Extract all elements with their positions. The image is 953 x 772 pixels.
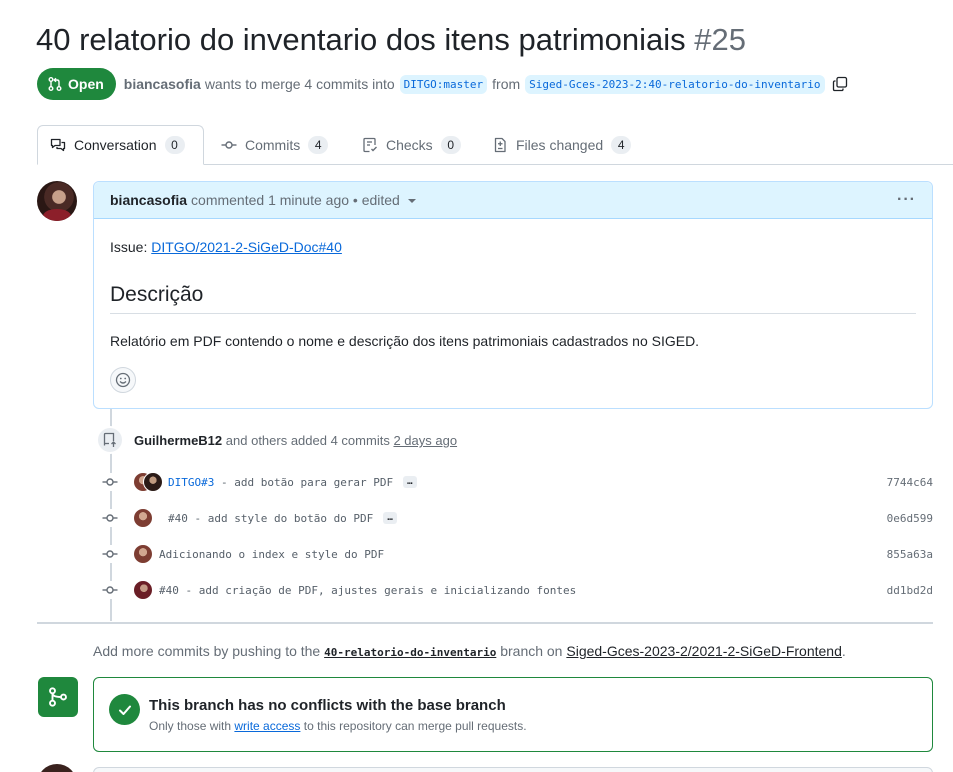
commit-avatars[interactable] — [133, 508, 163, 528]
pr-title: 40 relatorio do inventario dos itens pat… — [36, 22, 746, 58]
issue-label: Issue: — [110, 239, 148, 255]
edit-history-caret-icon[interactable] — [407, 199, 416, 203]
check-circle-icon — [109, 694, 140, 725]
commit-message[interactable]: #40 - add style do botão do PDF — [168, 512, 373, 525]
push-note-suffix: . — [841, 643, 846, 659]
comment-author-avatar[interactable] — [37, 181, 77, 221]
open-state-badge: Open — [37, 68, 116, 100]
pr-description-comment: biancasofia commented 1 minute ago • edi… — [93, 181, 933, 409]
tab-checks[interactable]: Checks 0 — [350, 125, 473, 165]
tab-label: Files changed — [516, 137, 604, 153]
copy-icon[interactable] — [832, 76, 848, 92]
from-text: from — [492, 76, 521, 92]
avatar — [133, 544, 153, 564]
commit-avatars[interactable] — [133, 580, 153, 600]
git-commit-icon — [101, 473, 119, 491]
commit-row: DITGO#3 - add botão para gerar PDF … 774… — [101, 472, 933, 492]
tab-counter: 0 — [440, 136, 461, 154]
comment-discussion-icon — [50, 138, 66, 152]
tab-commits[interactable]: Commits 4 — [209, 125, 340, 165]
push-note: Add more commits by pushing to the 40-re… — [93, 643, 846, 659]
issue-link[interactable]: DITGO/2021-2-SiGeD-Doc#40 — [151, 239, 342, 255]
merge-text: wants to merge 4 commits into — [204, 76, 395, 92]
avatar — [133, 580, 153, 600]
smiley-icon — [115, 372, 131, 388]
comment-meta: commented 1 minute ago • edited — [191, 192, 400, 208]
commit-issue-ref[interactable]: DITGO#3 — [168, 476, 214, 489]
commit-sha[interactable]: dd1bd2d — [887, 584, 933, 597]
push-note-middle: branch on — [500, 643, 563, 659]
commit-avatars[interactable] — [133, 544, 153, 564]
expand-commit-button[interactable]: … — [403, 476, 417, 488]
avatar — [133, 508, 153, 528]
commit-message[interactable]: Adicionando o index e style do PDF — [159, 548, 384, 561]
event-description: and others added 4 commits — [225, 433, 390, 448]
commit-avatars[interactable] — [133, 472, 163, 492]
merge-status-subtitle: Only those with write access to this rep… — [149, 719, 527, 733]
description-heading: Descrição — [110, 283, 916, 314]
tab-label: Conversation — [74, 137, 157, 153]
comment-body: Issue: DITGO/2021-2-SiGeD-Doc#40 Descriç… — [94, 219, 932, 409]
git-commit-icon — [221, 141, 237, 149]
avatar — [143, 472, 163, 492]
commit-message-text: - add botão para gerar PDF — [214, 475, 394, 489]
commit-row: #40 - add criação de PDF, ajustes gerais… — [101, 580, 933, 600]
commits-event-badge — [96, 426, 124, 454]
comment-header: biancasofia commented 1 minute ago • edi… — [94, 182, 932, 219]
commit-sha[interactable]: 7744c64 — [887, 476, 933, 489]
pr-tabs: Conversation 0 Commits 4 Checks 0 Files … — [37, 125, 953, 165]
commit-sha[interactable]: 855a63a — [887, 548, 933, 561]
pr-meta: Open biancasofia wants to merge 4 commit… — [37, 68, 848, 100]
pr-author-link[interactable]: biancasofia — [124, 76, 201, 92]
tab-label: Checks — [386, 137, 433, 153]
avatar — [37, 764, 77, 772]
timeline-separator — [37, 622, 933, 624]
git-commit-icon — [101, 581, 119, 599]
event-time-link[interactable]: 2 days ago — [393, 433, 457, 448]
issue-line: Issue: DITGO/2021-2-SiGeD-Doc#40 — [110, 239, 342, 255]
state-label: Open — [68, 76, 104, 92]
tab-label: Commits — [245, 137, 301, 153]
tab-counter: 4 — [611, 136, 632, 154]
git-merge-icon — [38, 677, 78, 717]
push-note-repo-link[interactable]: Siged-Gces-2023-2/2021-2-SiGeD-Frontend — [566, 643, 841, 659]
commit-message[interactable]: DITGO#3 - add botão para gerar PDF — [168, 476, 393, 489]
push-note-prefix: Add more commits by pushing to the — [93, 643, 321, 659]
description-text: Relatório em PDF contendo o nome e descr… — [110, 333, 700, 349]
comment-author-link[interactable]: biancasofia — [110, 192, 187, 208]
event-author-link[interactable]: GuilhermeB12 — [134, 433, 222, 448]
pr-title-text: 40 relatorio do inventario dos itens pat… — [36, 22, 686, 57]
merge-status-title: This branch has no conflicts with the ba… — [149, 697, 506, 714]
tab-counter: 4 — [308, 136, 329, 154]
add-reaction-button[interactable] — [110, 367, 136, 393]
file-diff-icon — [494, 137, 506, 153]
git-commit-icon — [101, 509, 119, 527]
kebab-menu-icon[interactable]: ··· — [897, 191, 916, 209]
commit-message[interactable]: #40 - add criação de PDF, ajustes gerais… — [159, 584, 576, 597]
merge-sub-prefix: Only those with — [149, 719, 232, 733]
commits-event-text: GuilhermeB12 and others added 4 commits … — [134, 433, 457, 448]
next-section-box — [93, 767, 933, 772]
pr-number: #25 — [694, 22, 746, 57]
tab-conversation[interactable]: Conversation 0 — [37, 125, 204, 165]
repo-push-icon — [103, 432, 116, 447]
git-commit-icon — [101, 545, 119, 563]
commit-sha[interactable]: 0e6d599 — [887, 512, 933, 525]
pull-request-icon — [48, 77, 62, 91]
expand-commit-button[interactable]: … — [383, 512, 397, 524]
push-note-branch-link[interactable]: 40-relatorio-do-inventario — [324, 646, 496, 659]
tab-counter: 0 — [164, 136, 185, 154]
head-branch-link[interactable]: Siged-Gces-2023-2:40-relatorio-do-invent… — [525, 74, 825, 94]
merge-sub-suffix: to this repository can merge pull reques… — [303, 719, 527, 733]
checklist-icon — [363, 137, 377, 153]
write-access-link[interactable]: write access — [234, 719, 300, 733]
base-branch-link[interactable]: DITGO:master — [399, 74, 488, 94]
commit-row: #40 - add style do botão do PDF … 0e6d59… — [101, 508, 933, 528]
merge-status-box: This branch has no conflicts with the ba… — [93, 677, 933, 752]
tab-files-changed[interactable]: Files changed 4 — [480, 125, 643, 165]
commit-row: Adicionando o index e style do PDF 855a6… — [101, 544, 933, 564]
